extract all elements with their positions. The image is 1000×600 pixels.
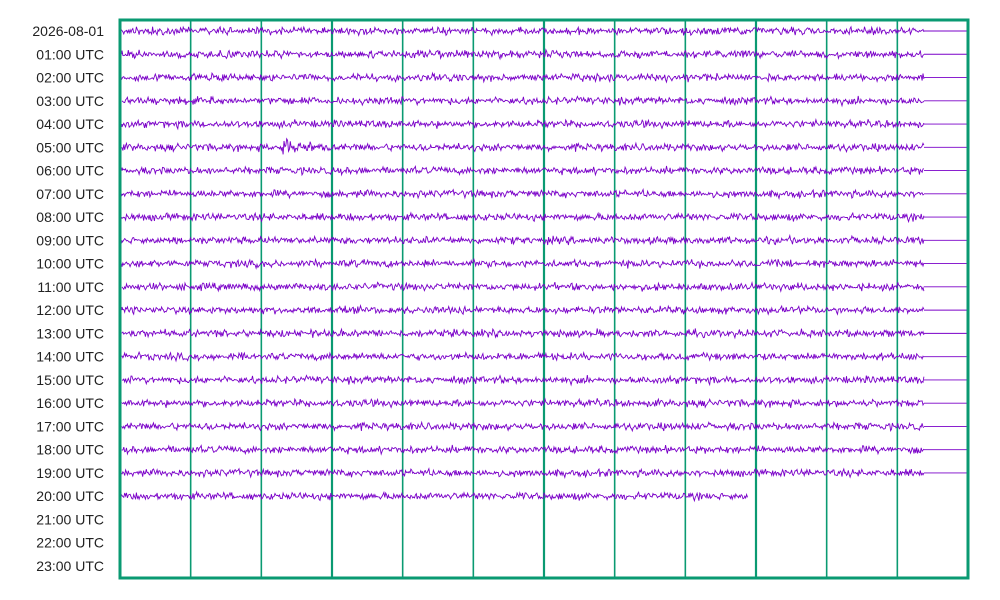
row-label: 08:00 UTC [36,209,104,225]
trace-row-20 [121,490,748,503]
trace-row-10 [121,257,925,270]
row-label: 01:00 UTC [36,46,104,62]
row-label: 17:00 UTC [36,418,104,434]
trace-row-15 [121,374,925,387]
trace-row-9 [121,233,925,246]
trace-row-12 [121,304,925,316]
trace-row-17 [121,420,925,433]
trace-row-13 [121,327,925,340]
row-labels: 2026-08-01 01:00 UTC 02:00 UTC 03:00 UTC 04:… [32,23,104,574]
trace-row-5 [121,137,925,155]
trace-row-6 [121,165,925,177]
row-label: 03:00 UTC [36,93,104,109]
row-label: 02:00 UTC [36,70,104,86]
trace-row-16 [121,397,925,409]
row-label: 14:00 UTC [36,349,104,365]
trace-row-1 [121,48,925,61]
trace-row-0 [121,25,925,37]
helicorder-chart: 2026-08-01 01:00 UTC 02:00 UTC 03:00 UTC 04:… [32,18,970,580]
trace-row-11 [121,281,925,293]
row-label: 15:00 UTC [36,372,104,388]
row-label: 10:00 UTC [36,256,104,272]
row-label: 23:00 UTC [36,558,104,574]
row-label: 09:00 UTC [36,232,104,248]
row-label: 05:00 UTC [36,139,104,155]
row-label: 18:00 UTC [36,442,104,458]
trace-row-4 [121,118,925,131]
row-label: 22:00 UTC [36,535,104,551]
row-label: 06:00 UTC [36,163,104,179]
row-label: 11:00 UTC [37,279,104,295]
row-label: 20:00 UTC [36,488,104,504]
trace-row-7 [121,188,925,200]
trace-row-14 [121,350,925,363]
trace-row-3 [121,95,925,108]
row-label: 12:00 UTC [36,302,104,318]
trace-row-8 [121,211,925,224]
row-label: 13:00 UTC [36,325,104,341]
trace-row-2 [121,71,925,84]
row-label: 2026-08-01 [32,23,104,39]
row-label: 04:00 UTC [36,116,104,132]
row-label: 07:00 UTC [36,186,104,202]
trace-row-19 [121,467,925,480]
row-label: 16:00 UTC [36,395,104,411]
row-label: 19:00 UTC [36,465,104,481]
row-label: 21:00 UTC [36,511,104,527]
trace-row-18 [121,444,925,456]
